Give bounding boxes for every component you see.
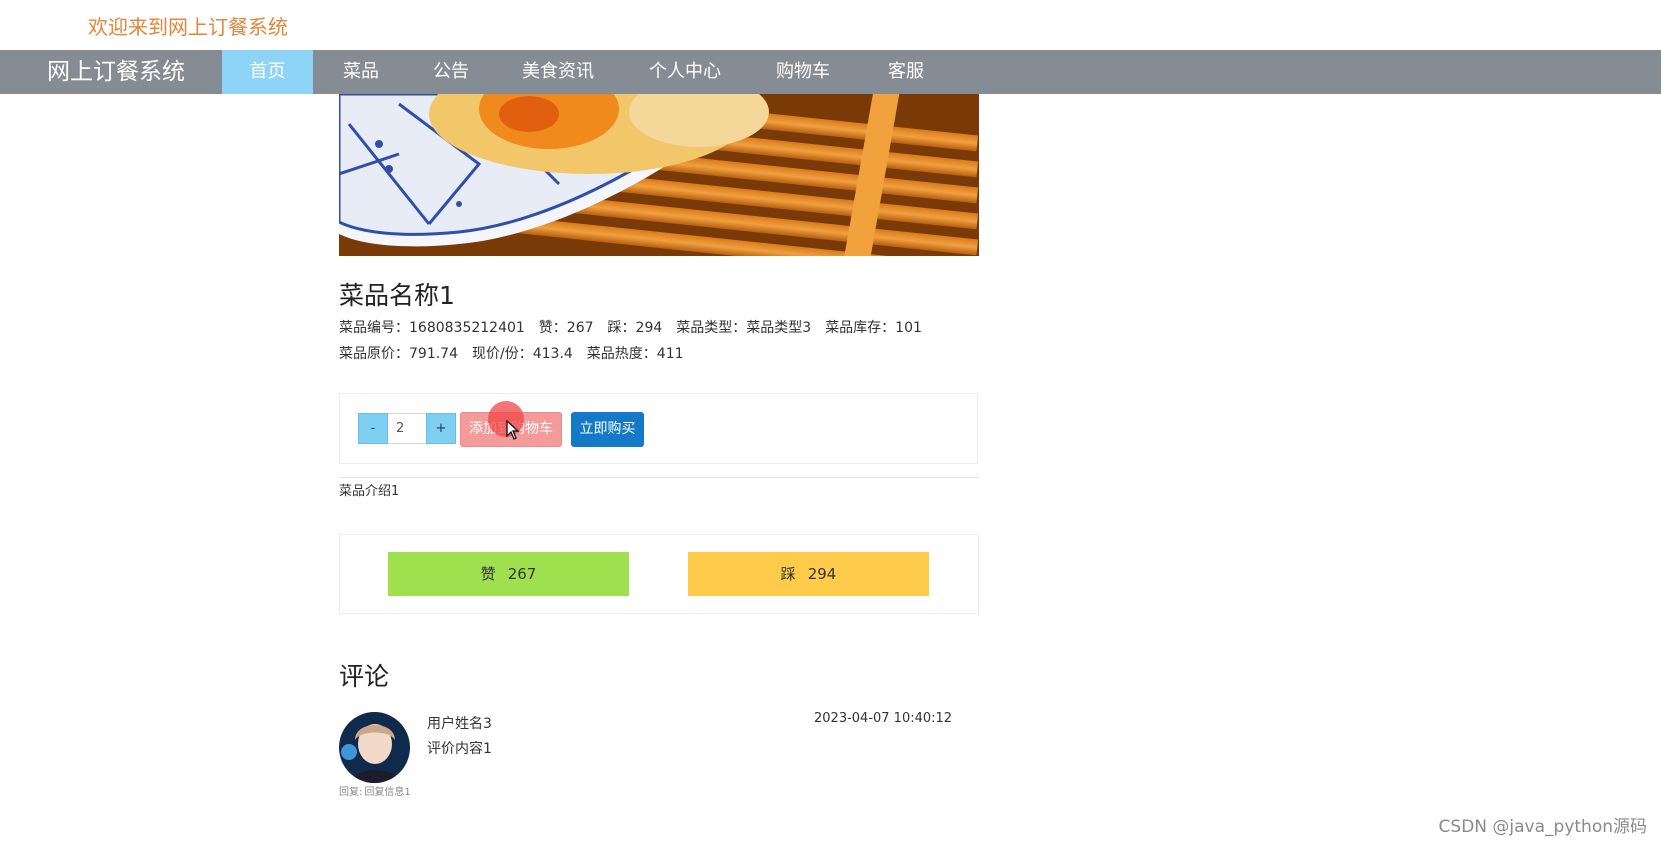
nav-food-news[interactable]: 美食资讯 [510, 50, 606, 94]
nav-cart[interactable]: 购物车 [765, 50, 841, 94]
dish-heat: 菜品热度：411 [586, 346, 684, 362]
dish-current-price: 现价/份：413.4 [472, 346, 573, 362]
dish-type: 菜品类型：菜品类型3 [676, 320, 812, 336]
comment-reply: 回复: 回复信息1 [339, 783, 411, 798]
quantity-input[interactable] [388, 413, 426, 444]
site-brand[interactable]: 网上订餐系统 [47, 50, 185, 94]
dish-stock: 菜品库存：101 [825, 320, 922, 336]
welcome-text: 欢迎来到网上订餐系统 [88, 15, 288, 39]
reply-label: 回复: [339, 787, 363, 798]
comment-content: 评价内容1 [427, 741, 492, 757]
dish-info-line-2: 菜品原价：791.74 现价/份：413.4 菜品热度：411 [339, 343, 698, 363]
comment-user-name: 用户姓名3 [427, 716, 492, 732]
dish-info-line-1: 菜品编号：1680835212401 赞：267 踩：294 菜品类型：菜品类型3 菜品… [339, 317, 936, 337]
buy-now-button[interactable]: 立即购买 [571, 412, 644, 447]
dislike-count: 294 [807, 565, 837, 583]
section-divider [339, 477, 979, 478]
dish-code: 菜品编号：1680835212401 [339, 320, 525, 336]
vote-panel: 赞 267 踩 294 [339, 534, 979, 614]
dish-image [339, 94, 979, 256]
watermark: CSDN @java_python源码 [1438, 817, 1647, 837]
purchase-panel: - + 添加到购物车 立即购买 [339, 393, 978, 464]
avatar [339, 712, 410, 783]
main-navbar: 网上订餐系统 首页 菜品 公告 美食资讯 个人中心 购物车 客服 [0, 50, 1661, 94]
nav-customer-service[interactable]: 客服 [868, 50, 944, 94]
reply-text: 回复信息1 [364, 787, 411, 798]
dish-name: 菜品名称1 [339, 281, 455, 310]
dish-original-price: 菜品原价：791.74 [339, 346, 458, 362]
comments-title: 评论 [339, 662, 390, 691]
dislike-label: 踩 [780, 565, 796, 583]
nav-personal-center[interactable]: 个人中心 [637, 50, 733, 94]
top-bar: 欢迎来到网上订餐系统 [0, 0, 1661, 50]
dish-intro: 菜品介绍1 [339, 484, 400, 499]
quantity-decrease-button[interactable]: - [358, 413, 388, 444]
quantity-increase-button[interactable]: + [426, 413, 456, 444]
nav-announcements[interactable]: 公告 [413, 50, 489, 94]
like-count: 267 [507, 565, 537, 583]
dish-dislikes: 踩：294 [607, 320, 663, 336]
dish-likes: 赞：267 [538, 320, 594, 336]
nav-dishes[interactable]: 菜品 [323, 50, 399, 94]
dislike-button[interactable]: 踩 294 [688, 552, 929, 596]
like-label: 赞 [480, 565, 496, 583]
mouse-cursor-icon [506, 420, 520, 440]
comment-timestamp: 2023-04-07 10:40:12 [814, 711, 953, 726]
nav-home[interactable]: 首页 [222, 50, 313, 94]
like-button[interactable]: 赞 267 [388, 552, 629, 596]
